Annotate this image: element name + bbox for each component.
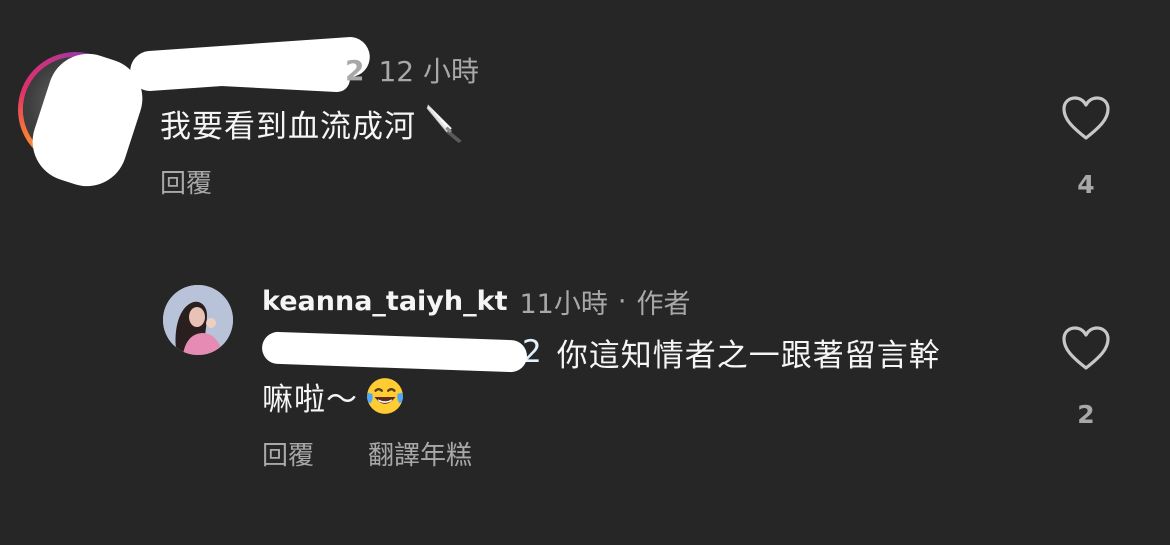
username-fragment[interactable]: 2 xyxy=(345,54,364,87)
comment-actions: 回覆 翻譯年糕 xyxy=(262,435,472,472)
username-link[interactable]: keanna_taiyh_kt xyxy=(262,286,508,317)
comment-timestamp: 11小時 xyxy=(519,288,608,320)
comment-body-text: 你這知情者之一跟著留言幹 xyxy=(556,337,941,374)
avatar-photo xyxy=(163,285,233,355)
translate-button[interactable]: 翻譯年糕 xyxy=(368,435,472,472)
comments-panel: 2 12 小時 我要看到血流成河 回覆 4 keanna_taiyh_kt 11… xyxy=(0,0,1170,545)
comment-header: keanna_taiyh_kt 11小時 · 作者 xyxy=(262,282,690,320)
comment-body-text: 我要看到血流成河 xyxy=(160,108,416,145)
avatar[interactable] xyxy=(163,285,233,355)
separator-dot: · xyxy=(617,285,627,317)
comment-text: 我要看到血流成河 xyxy=(160,100,466,146)
reply-button[interactable]: 回覆 xyxy=(262,435,314,472)
author-badge: 作者 xyxy=(636,288,691,320)
comment-body-text: 嘛啦～ xyxy=(262,381,358,418)
reply-button[interactable]: 回覆 xyxy=(160,163,212,200)
comment-header: 2 12 小時 xyxy=(345,52,480,89)
laughing-tears-icon xyxy=(367,378,403,414)
like-heart-icon[interactable] xyxy=(1060,324,1112,372)
comment-text-line: 嘛啦～ xyxy=(262,372,406,420)
like-count: 4 xyxy=(1077,170,1095,199)
knife-icon xyxy=(426,104,462,143)
like-heart-icon[interactable] xyxy=(1060,94,1112,142)
like-count: 2 xyxy=(1077,400,1095,429)
comment-timestamp: 12 小時 xyxy=(378,55,480,88)
